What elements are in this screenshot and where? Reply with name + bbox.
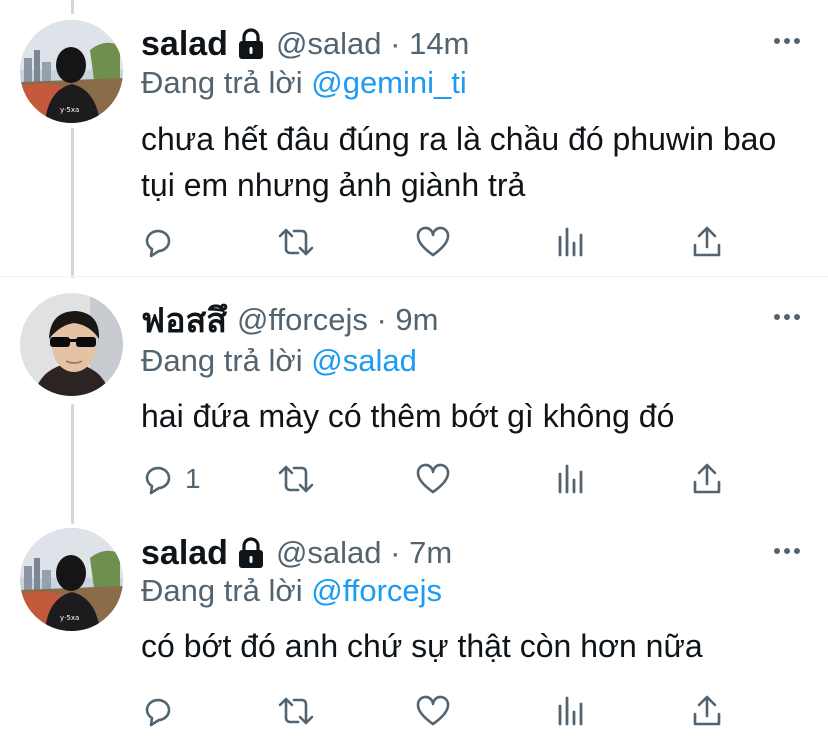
retweet-icon bbox=[278, 228, 314, 256]
tweet[interactable]: y·5xa salad @salad · 14m Đang trả lời @g… bbox=[0, 0, 828, 276]
tweet-text: chưa hết đâu đúng ra là chầu đó phuwin b… bbox=[141, 121, 777, 203]
more-icon[interactable] bbox=[774, 546, 800, 556]
analytics-button[interactable] bbox=[556, 691, 586, 731]
display-name[interactable]: salad bbox=[141, 25, 228, 64]
svg-text:y·5xa: y·5xa bbox=[60, 614, 79, 622]
reply-icon bbox=[145, 698, 171, 727]
analytics-icon bbox=[558, 696, 583, 726]
svg-text:y·5xa: y·5xa bbox=[60, 106, 79, 114]
more-icon[interactable] bbox=[774, 312, 800, 322]
display-name[interactable]: ฟอสสึ bbox=[141, 293, 227, 347]
tweet[interactable]: ฟอสสึ @fforcejs · 9m Đang trả lời @salad… bbox=[0, 277, 828, 513]
retweet-button[interactable] bbox=[276, 222, 316, 262]
retweet-button[interactable] bbox=[276, 691, 316, 731]
replying-to-label: Đang trả lời bbox=[141, 343, 312, 378]
analytics-button[interactable] bbox=[556, 459, 586, 499]
action-bar: 1 bbox=[0, 459, 828, 499]
tweet-header: salad @salad · 14m bbox=[141, 22, 469, 66]
avatar[interactable]: y·5xa bbox=[20, 528, 123, 631]
analytics-icon bbox=[558, 227, 583, 257]
replying-to: Đang trả lời @salad bbox=[141, 343, 417, 379]
handle-timestamp[interactable]: @salad · 7m bbox=[276, 535, 452, 571]
replying-to: Đang trả lời @gemini_ti bbox=[141, 65, 467, 101]
avatar[interactable] bbox=[20, 293, 123, 396]
replying-to: Đang trả lời @fforcejs bbox=[141, 573, 442, 609]
share-icon bbox=[693, 226, 721, 257]
like-button[interactable] bbox=[415, 222, 451, 262]
action-bar bbox=[0, 691, 828, 731]
avatar[interactable]: y·5xa bbox=[20, 20, 123, 123]
reply-button[interactable] bbox=[141, 222, 185, 262]
reply-button[interactable] bbox=[141, 691, 185, 731]
analytics-button[interactable] bbox=[556, 222, 586, 262]
tweet-text: hai đứa mày có thêm bớt gì không đó bbox=[141, 398, 675, 434]
replying-to-label: Đang trả lời bbox=[141, 573, 312, 608]
more-icon[interactable] bbox=[774, 36, 800, 46]
share-button[interactable] bbox=[691, 222, 723, 262]
handle-timestamp[interactable]: @fforcejs · 9m bbox=[237, 302, 438, 338]
tweet-header: salad @salad · 7m bbox=[141, 531, 452, 575]
mention-link[interactable]: @gemini_ti bbox=[311, 65, 467, 100]
lock-icon bbox=[236, 537, 266, 569]
share-button[interactable] bbox=[691, 691, 723, 731]
reply-icon bbox=[145, 466, 171, 495]
like-icon bbox=[416, 226, 450, 257]
tweet-header: ฟอสสึ @fforcejs · 9m bbox=[141, 298, 438, 342]
mention-link[interactable]: @salad bbox=[311, 343, 417, 378]
like-icon bbox=[416, 463, 450, 494]
retweet-icon bbox=[278, 697, 314, 725]
share-icon bbox=[693, 463, 721, 494]
share-button[interactable] bbox=[691, 459, 723, 499]
retweet-button[interactable] bbox=[276, 459, 316, 499]
retweet-icon bbox=[278, 465, 314, 493]
replying-to-label: Đang trả lời bbox=[141, 65, 312, 100]
action-bar bbox=[0, 222, 828, 262]
analytics-icon bbox=[558, 464, 583, 494]
tweet[interactable]: y·5xa salad @salad · 7m Đang trả lời @ff… bbox=[0, 513, 828, 739]
reply-count: 1 bbox=[185, 463, 201, 494]
reply-icon bbox=[145, 229, 171, 258]
handle-timestamp[interactable]: @salad · 14m bbox=[276, 26, 469, 62]
tweet-text: có bớt đó anh chứ sự thật còn hơn nữa bbox=[141, 628, 703, 664]
like-button[interactable] bbox=[415, 459, 451, 499]
like-icon bbox=[416, 695, 450, 726]
lock-icon bbox=[236, 28, 266, 60]
like-button[interactable] bbox=[415, 691, 451, 731]
display-name[interactable]: salad bbox=[141, 534, 228, 573]
share-icon bbox=[693, 695, 721, 726]
mention-link[interactable]: @fforcejs bbox=[311, 573, 442, 608]
reply-button[interactable]: 1 bbox=[141, 459, 201, 499]
